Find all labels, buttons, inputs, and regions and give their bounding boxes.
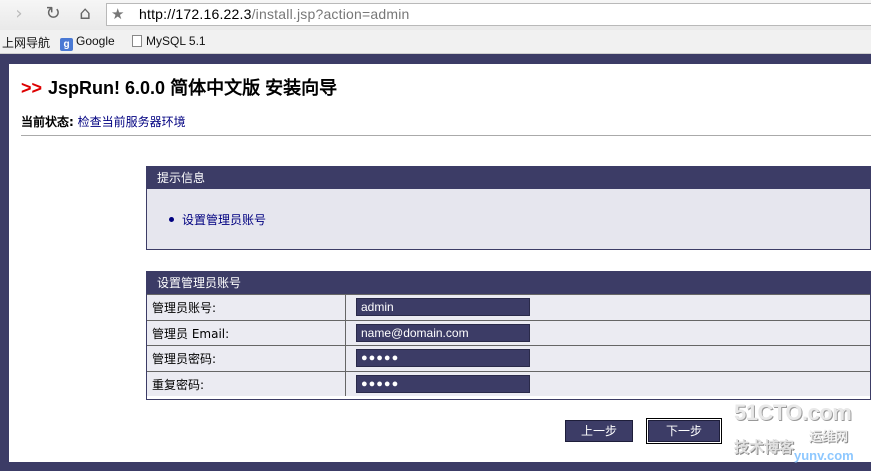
- reload-icon[interactable]: ↻: [42, 3, 64, 25]
- repeat-password-label: 重复密码:: [147, 371, 346, 396]
- status-value: 检查当前服务器环境: [77, 115, 186, 129]
- url-path: /install.jsp?action=admin: [251, 6, 410, 22]
- status-line: 当前状态: 检查当前服务器环境: [21, 113, 186, 130]
- bookmark-nav[interactable]: 上网导航: [2, 34, 50, 51]
- page-title: >> JspRun! 6.0.0 简体中文版 安装向导: [21, 74, 337, 100]
- bookmark-mysql-label: MySQL 5.1: [146, 34, 206, 48]
- install-page: >> JspRun! 6.0.0 简体中文版 安装向导 当前状态: 检查当前服务器…: [9, 64, 871, 462]
- title-arrow: >>: [21, 78, 43, 98]
- divider: [21, 135, 871, 136]
- tip-panel: 提示信息 设置管理员账号: [146, 166, 871, 250]
- url-text[interactable]: http://172.16.22.3/install.jsp?action=ad…: [139, 6, 410, 22]
- password-label: 管理员密码:: [147, 346, 346, 371]
- form-row-repeat-password: 重复密码: ●●●●●: [147, 370, 870, 396]
- tip-list-item: 设置管理员账号: [147, 189, 870, 228]
- next-step-button[interactable]: 下一步: [646, 418, 722, 444]
- prev-step-button[interactable]: 上一步: [565, 420, 633, 442]
- address-bar[interactable]: ★ http://172.16.22.3/install.jsp?action=…: [106, 3, 871, 26]
- page-icon: [132, 35, 142, 47]
- title-text: JspRun! 6.0.0 简体中文版 安装向导: [48, 78, 338, 98]
- form-row-username: 管理员账号: admin: [147, 294, 870, 320]
- username-input[interactable]: admin: [356, 298, 530, 316]
- form-panel-heading: 设置管理员账号: [147, 272, 870, 294]
- password-input[interactable]: ●●●●●: [356, 349, 530, 367]
- email-label: 管理员 Email:: [147, 320, 346, 345]
- back-icon[interactable]: ›: [8, 3, 30, 25]
- home-icon[interactable]: ⌂: [74, 3, 96, 25]
- bookmark-google[interactable]: g Google: [60, 34, 115, 51]
- google-icon: g: [60, 38, 73, 51]
- bookmark-google-label: Google: [76, 34, 115, 48]
- form-row-password: 管理员密码: ●●●●●: [147, 345, 870, 371]
- admin-form-panel: 设置管理员账号 管理员账号: admin 管理员 Email: name@dom…: [146, 271, 871, 400]
- form-row-email: 管理员 Email: name@domain.com: [147, 319, 870, 345]
- bookmarks-bar: 上网导航 g Google MySQL 5.1: [0, 30, 871, 54]
- page-frame: >> JspRun! 6.0.0 简体中文版 安装向导 当前状态: 检查当前服务器…: [0, 54, 871, 471]
- username-label: 管理员账号:: [147, 295, 346, 320]
- bookmark-mysql[interactable]: MySQL 5.1: [132, 34, 206, 48]
- url-host: http://172.16.22.3: [139, 6, 252, 22]
- bookmark-star-icon[interactable]: ★: [111, 5, 124, 23]
- tip-item-text: 设置管理员账号: [182, 213, 267, 227]
- tip-panel-heading: 提示信息: [147, 167, 870, 189]
- repeat-password-input[interactable]: ●●●●●: [356, 374, 530, 393]
- bullet-icon: [169, 217, 174, 222]
- email-input[interactable]: name@domain.com: [356, 323, 530, 342]
- status-label: 当前状态:: [21, 115, 74, 129]
- browser-toolbar: › ↻ ⌂ ★ http://172.16.22.3/install.jsp?a…: [0, 0, 871, 30]
